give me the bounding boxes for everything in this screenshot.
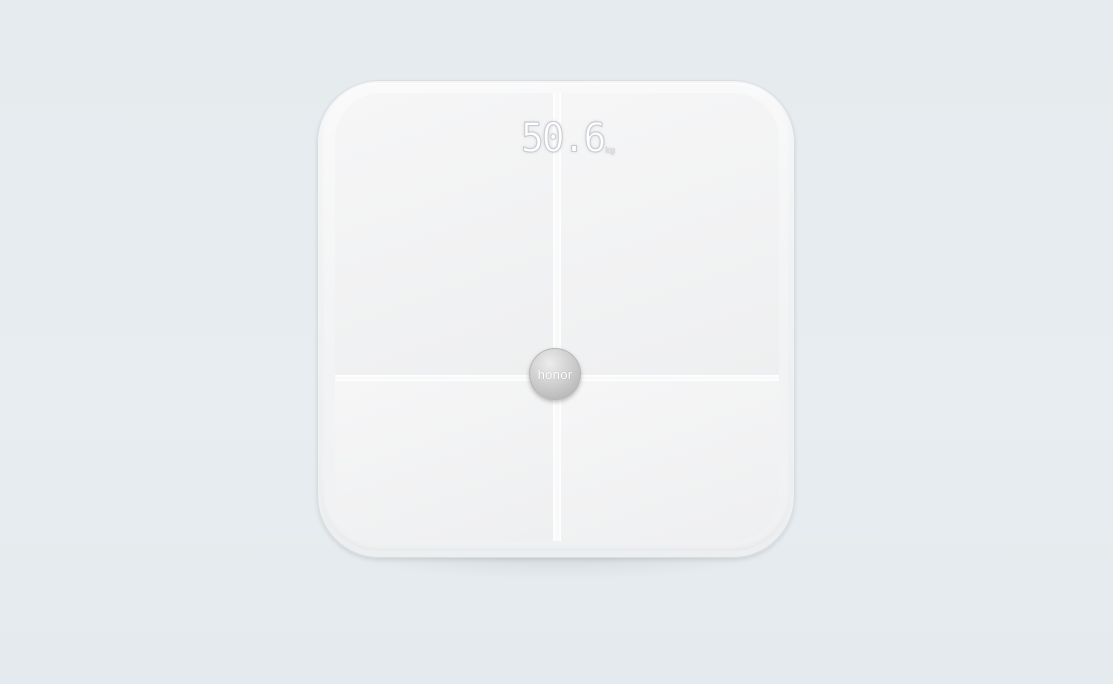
body-scale: 50.6 kg xyxy=(317,80,795,558)
product-photo: 50.6 kg honor xyxy=(0,0,1113,684)
scale-glass-surface: 50.6 kg xyxy=(321,83,791,551)
weight-unit: kg xyxy=(605,146,616,155)
electrode-bottom-left xyxy=(335,381,553,541)
logo-text: honor xyxy=(537,366,573,382)
honor-logo-button: honor xyxy=(529,348,581,400)
electrode-bottom-right xyxy=(561,381,779,541)
weight-value: 50.6 xyxy=(520,114,606,162)
weight-display: 50.6 kg xyxy=(520,113,615,159)
